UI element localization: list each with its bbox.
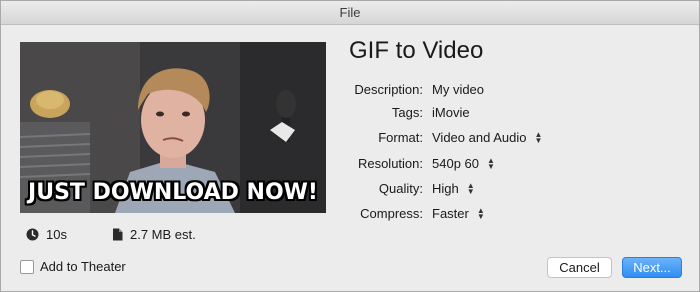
tags-value: iMovie	[432, 105, 470, 120]
file-size-info: 2.7 MB est.	[112, 225, 196, 243]
next-button[interactable]: Next...	[622, 257, 682, 278]
up-down-chevron-icon: ▲ ▼	[466, 181, 475, 196]
video-preview-thumbnail: JUST DOWNLOAD NOW!	[20, 42, 326, 213]
add-to-theater-checkbox[interactable]	[20, 259, 34, 274]
export-dialog-window: File JUST DOWNLOAD NOW! 10s 2.7 MB est. …	[0, 0, 700, 292]
clock-icon	[26, 228, 39, 240]
up-down-chevron-icon: ▲ ▼	[487, 156, 495, 171]
duration-value: 10s	[46, 226, 67, 242]
up-down-chevron-icon: ▲ ▼	[476, 206, 485, 221]
compress-label: Compress:	[360, 206, 423, 221]
compress-select[interactable]: Faster ▲ ▼	[432, 204, 485, 224]
resolution-label: Resolution:	[357, 156, 423, 171]
page-title: GIF to Video	[349, 37, 484, 64]
tags-field[interactable]: iMovie	[432, 103, 470, 123]
add-to-theater-label: Add to Theater	[40, 259, 126, 274]
tags-row: Tags: iMovie	[331, 103, 691, 123]
cancel-button[interactable]: Cancel	[547, 257, 612, 278]
preview-caption: JUST DOWNLOAD NOW!	[28, 180, 318, 205]
quality-select[interactable]: High ▲ ▼	[432, 179, 475, 199]
file-size-value: 2.7 MB est.	[130, 226, 196, 242]
description-value: My video	[432, 82, 485, 97]
format-value: Video and Audio	[432, 130, 527, 145]
resolution-value: 540p 60	[432, 156, 479, 171]
format-select[interactable]: Video and Audio ▲ ▼	[432, 128, 542, 148]
add-to-theater-option[interactable]: Add to Theater	[20, 259, 126, 274]
compress-value: Faster	[432, 206, 469, 221]
description-row: Description: My video	[331, 80, 691, 100]
quality-value: High	[432, 181, 459, 196]
description-field[interactable]: My video	[432, 80, 484, 100]
window-title: File	[339, 5, 361, 20]
duration-info: 10s	[26, 225, 67, 243]
up-down-chevron-icon: ▲ ▼	[534, 130, 543, 145]
quality-row: Quality: High ▲ ▼	[331, 179, 691, 199]
window-title-bar[interactable]: File	[1, 1, 699, 25]
description-label: Description:	[354, 82, 423, 97]
tags-label: Tags:	[391, 105, 423, 120]
quality-label: Quality:	[378, 181, 423, 196]
compress-row: Compress: Faster ▲ ▼	[331, 204, 691, 224]
resolution-select[interactable]: 540p 60 ▲ ▼	[432, 154, 495, 174]
format-label: Format:	[378, 130, 423, 145]
document-icon	[113, 228, 123, 240]
format-row: Format: Video and Audio ▲ ▼	[331, 128, 691, 148]
resolution-row: Resolution: 540p 60 ▲ ▼	[331, 154, 691, 174]
